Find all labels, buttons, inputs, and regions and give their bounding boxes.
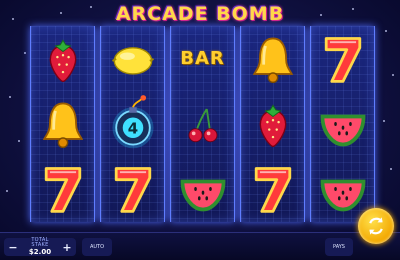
- strawberry-icon: [33, 29, 93, 89]
- bar-symbol: BAR: [173, 29, 233, 89]
- stake-control: − TOTAL STAKE $2.00 +: [4, 238, 76, 256]
- seven-icon: [103, 159, 163, 219]
- reel-5: [310, 26, 375, 222]
- reel-grid: 4 BAR: [30, 26, 375, 222]
- seven-icon: [33, 159, 93, 219]
- seven-icon: [313, 29, 373, 89]
- bar-label: BAR: [180, 48, 225, 70]
- increase-stake-button[interactable]: +: [60, 240, 74, 254]
- stake-value: $2.00: [28, 248, 52, 256]
- spin-arrows-icon: [369, 217, 383, 235]
- stake-display: TOTAL STAKE $2.00: [22, 238, 58, 256]
- bomb-icon: 4: [103, 94, 163, 154]
- auto-button[interactable]: AUTO: [82, 238, 112, 256]
- cherries-icon: [173, 94, 233, 154]
- bell-icon: [243, 29, 303, 89]
- control-bar: − TOTAL STAKE $2.00 + AUTO PAYS: [0, 232, 400, 260]
- watermelon-icon: [173, 159, 233, 219]
- pays-button[interactable]: PAYS: [325, 238, 353, 256]
- game-stage: ARCADE BOMB 4 BAR − TOTAL STAKE $2.00 + …: [0, 0, 400, 260]
- reel-3: BAR: [170, 26, 235, 222]
- strawberry-icon: [243, 94, 303, 154]
- reel-2: 4: [100, 26, 165, 222]
- watermelon-icon: [313, 94, 373, 154]
- seven-icon: [243, 159, 303, 219]
- watermelon-icon: [313, 159, 373, 219]
- game-title: ARCADE BOMB: [115, 3, 285, 25]
- decrease-stake-button[interactable]: −: [6, 240, 20, 254]
- bomb-counter: 4: [127, 119, 137, 137]
- reel-1: [30, 26, 95, 222]
- bell-icon: [33, 94, 93, 154]
- spin-button[interactable]: [358, 208, 394, 244]
- reel-4: [240, 26, 305, 222]
- lemon-icon: [103, 29, 163, 89]
- stake-label: TOTAL STAKE: [31, 237, 49, 248]
